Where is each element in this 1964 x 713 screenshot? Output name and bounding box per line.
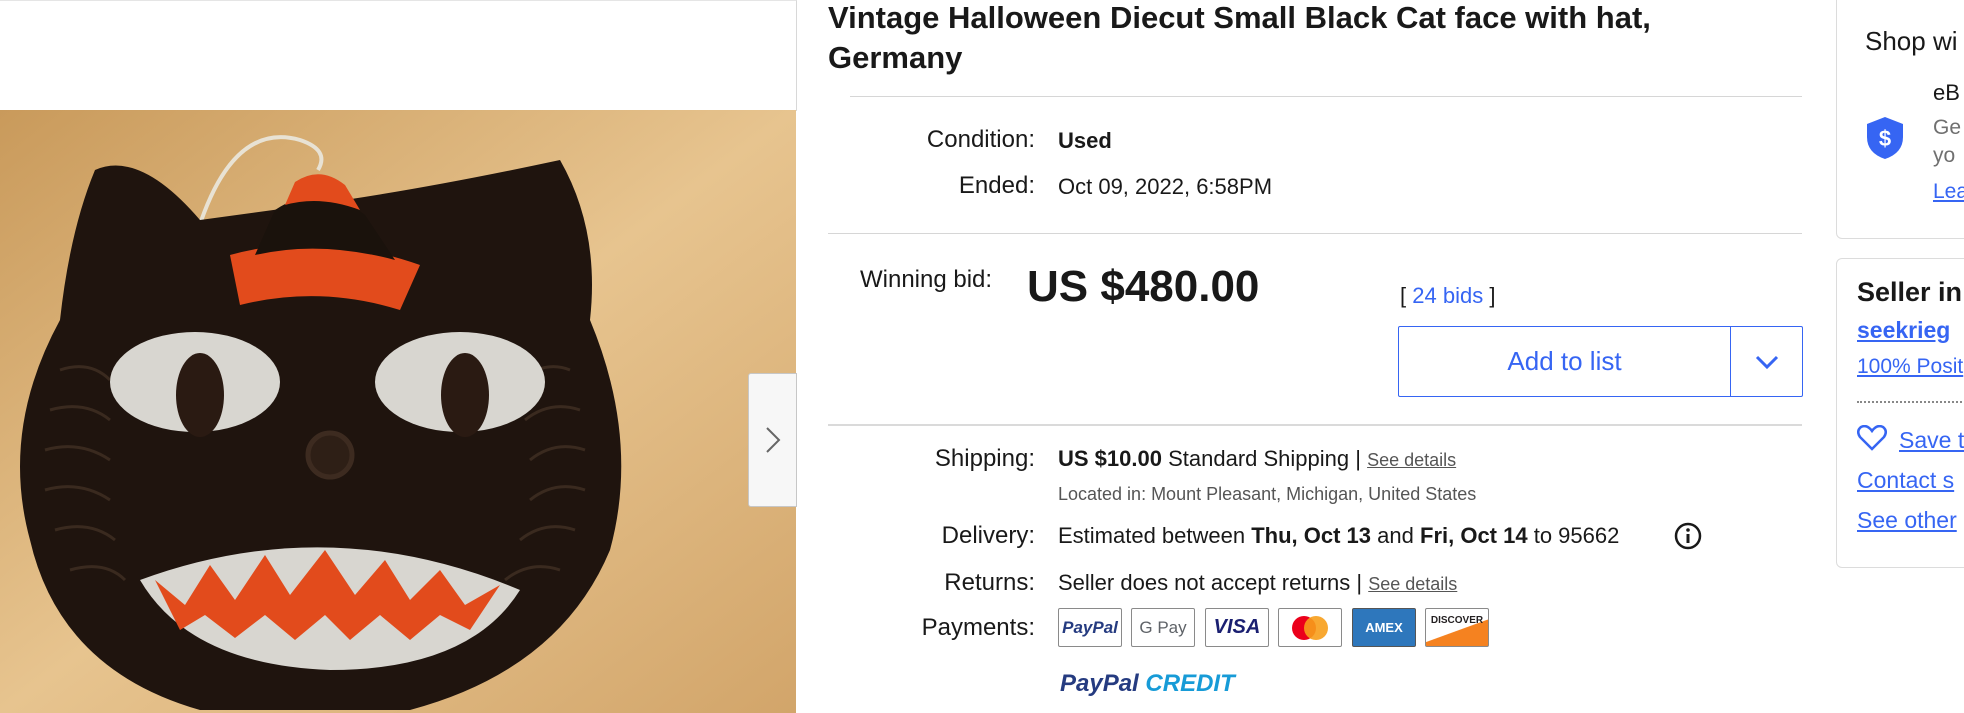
seller-information-card: Seller in seekrieg 100% Posit Save t Con… [1836,258,1964,568]
shop-with-confidence-card: Shop wi $ eB Ge yo Lea [1836,0,1964,239]
delivery-prefix: Estimated between [1058,523,1246,548]
returns-value: Seller does not accept returns | See det… [1058,570,1457,596]
delivery-to-date: Fri, Oct 14 [1420,523,1528,548]
delivery-and: and [1377,523,1414,548]
shipping-label: Shipping: [934,445,1035,472]
delivery-info-icon[interactable] [1674,522,1702,550]
bid-bracket-open: [ [1400,283,1407,308]
title-divider [850,96,1802,97]
shipping-see-details-link[interactable]: See details [1367,450,1456,470]
paypal-credit-word2: CREDIT [1145,670,1235,697]
delivery-value: Estimated between Thu, Oct 13 and Fri, O… [1058,523,1619,549]
ended-value: Oct 09, 2022, 6:58PM [1058,174,1273,199]
paypal-credit-logo: PayPal CREDIT [1060,670,1235,698]
save-seller-link[interactable]: Save t [1899,427,1964,454]
google-pay-logo: G Pay [1131,608,1195,647]
winning-bid-price: US $480.00 [1027,262,1260,311]
shop-card-title: Shop wi [1865,26,1958,56]
bid-bracket-close: ] [1489,283,1496,308]
chevron-right-icon [765,427,780,453]
details-divider [828,233,1802,234]
bid-count: [ 24 bids ] [1400,283,1495,309]
mastercard-circles-icon [1292,615,1328,640]
seller-name-link[interactable]: seekrieg [1857,317,1950,344]
guarantee-text-line1: Ge [1933,116,1962,139]
guarantee-text-line2: yo [1933,144,1956,167]
bids-link[interactable]: 24 bids [1412,283,1483,308]
add-to-list-button[interactable]: Add to list [1399,327,1731,396]
heart-icon[interactable] [1857,425,1887,451]
delivery-label: Delivery: [941,522,1035,549]
amex-logo: AMEX [1352,608,1416,647]
learn-more-link[interactable]: Lea [1933,180,1964,204]
mastercard-logo [1278,608,1342,647]
bid-divider [828,424,1802,426]
item-photo[interactable] [0,110,796,713]
payments-label: Payments: [921,614,1035,641]
gallery-top-area [0,0,797,111]
gallery-next-button[interactable] [748,373,797,507]
winning-bid-label: Winning bid: [860,266,993,293]
chevron-down-icon [1755,355,1778,369]
seller-divider [1857,401,1964,403]
item-location: Located in: Mount Pleasant, Michigan, Un… [1058,484,1477,504]
returns-see-details-link[interactable]: See details [1368,574,1457,594]
condition-label: Condition: [926,126,1035,153]
add-to-list-dropdown-button[interactable] [1731,327,1802,396]
ebay-guarantee-title: eB [1933,80,1960,105]
paypal-logo: PayPal [1058,608,1122,647]
visa-logo: VISA [1205,608,1269,647]
ended-label: Ended: [958,172,1035,199]
paypal-credit-word1: PayPal [1060,670,1139,697]
see-other-items-link[interactable]: See other [1857,507,1957,534]
delivery-zip: to 95662 [1533,523,1620,548]
seller-info-title: Seller in [1857,277,1963,307]
condition-value: Used [1058,128,1112,153]
svg-text:$: $ [1879,126,1891,151]
discover-logo: DISCOVER [1425,608,1489,647]
delivery-from: Thu, Oct 13 [1251,523,1372,548]
returns-text: Seller does not accept returns | [1058,570,1363,595]
item-title: Vintage Halloween Diecut Small Black Cat… [828,0,1651,75]
contact-seller-link[interactable]: Contact s [1857,467,1954,494]
add-to-list-control: Add to list [1398,326,1803,397]
seller-feedback-link[interactable]: 100% Posit [1857,355,1963,379]
shipping-method: Standard Shipping | [1168,446,1361,471]
shipping-price: US $10.00 [1058,446,1162,471]
returns-label: Returns: [944,569,1035,596]
shipping-value: US $10.00 Standard Shipping | See detail… [1058,446,1456,472]
shield-dollar-icon: $ [1867,117,1903,159]
black-cat-face-image [0,110,796,713]
